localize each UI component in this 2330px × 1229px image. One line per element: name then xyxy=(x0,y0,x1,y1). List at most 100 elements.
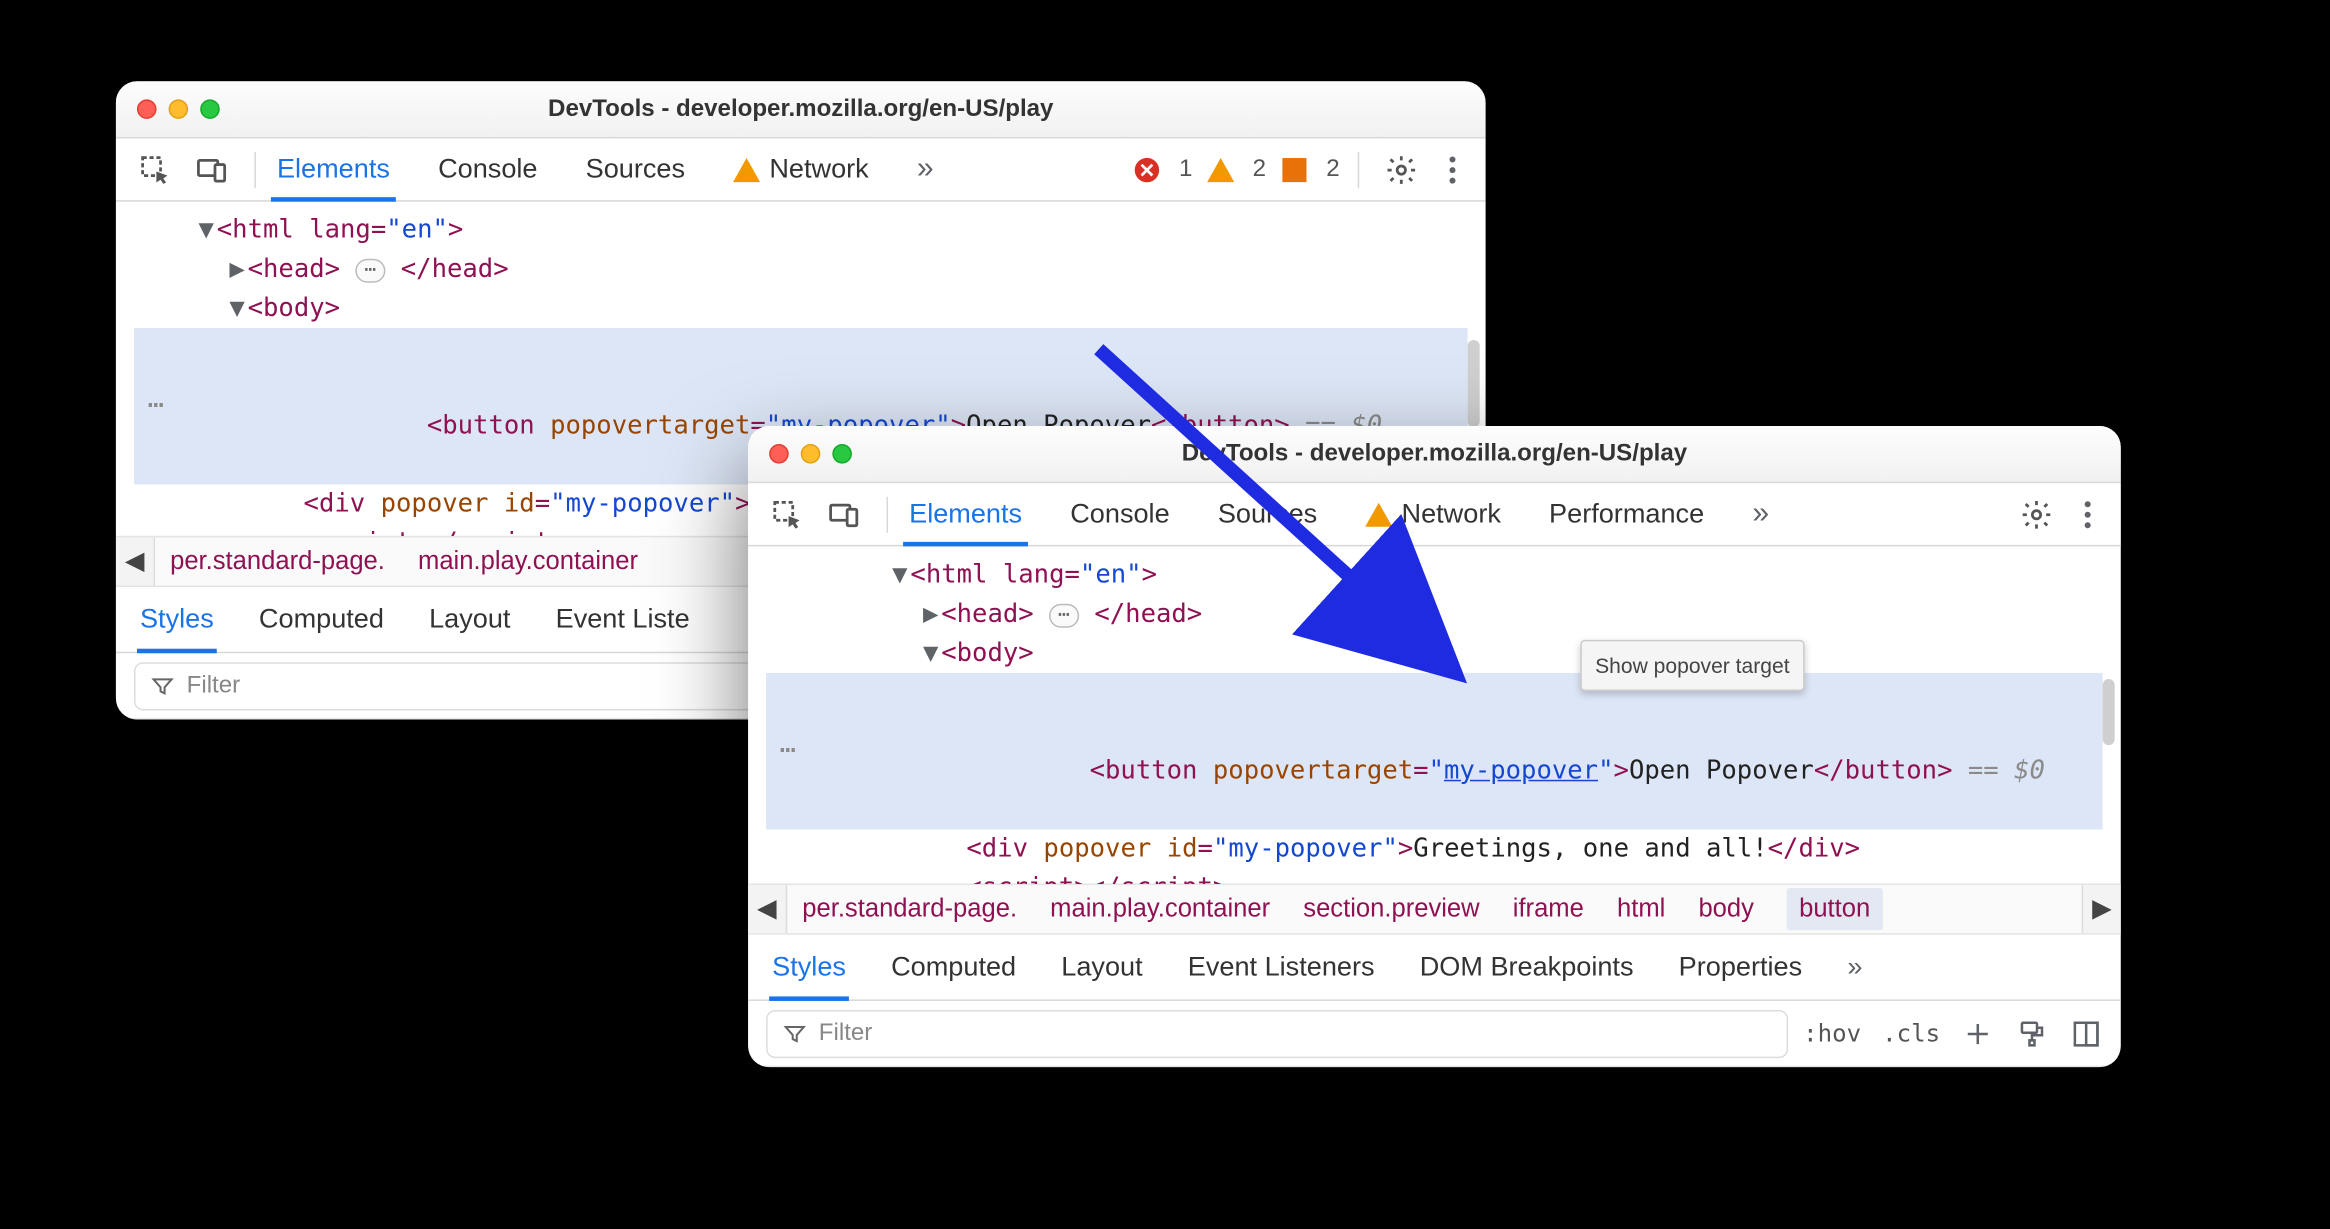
tab-sources[interactable]: Sources xyxy=(583,138,688,200)
add-rule-icon[interactable] xyxy=(1961,1017,1994,1050)
scrollbar[interactable] xyxy=(2103,679,2115,745)
kebab-menu-icon[interactable] xyxy=(2070,500,2106,527)
dom-node-head[interactable]: ▶<head> ⋯ </head> xyxy=(766,595,2103,634)
filter-bar: Filter :hov .cls xyxy=(748,1001,2121,1067)
subtab-properties[interactable]: Properties xyxy=(1679,935,1802,1000)
device-toggle-icon[interactable] xyxy=(188,145,236,193)
close-icon[interactable] xyxy=(137,99,157,119)
inspect-icon[interactable] xyxy=(131,145,179,193)
tabbar: Elements Console Sources Network Perform… xyxy=(748,483,2121,546)
dom-node-body[interactable]: ▼<body> xyxy=(766,634,2103,673)
chevron-right-icon[interactable]: ▶ xyxy=(920,595,941,634)
hov-button[interactable]: :hov xyxy=(1803,1019,1861,1048)
filter-icon xyxy=(151,674,175,698)
crumb[interactable]: per.standard-page. xyxy=(802,894,1017,924)
tooltip: Show popover target xyxy=(1580,640,1805,691)
traffic-lights[interactable] xyxy=(137,99,220,119)
crumb[interactable]: per.standard-page. xyxy=(170,546,385,576)
chevron-down-icon[interactable]: ▼ xyxy=(920,634,941,673)
minimize-icon[interactable] xyxy=(801,444,821,464)
subtabs-overflow[interactable]: » xyxy=(1847,935,1862,1000)
ellipsis-icon[interactable]: ⋯ xyxy=(1049,604,1079,628)
crumb[interactable]: main.play.container xyxy=(1050,894,1270,924)
ellipsis-icon[interactable]: ⋯ xyxy=(148,387,166,426)
dom-node-script[interactable]: <script></script> xyxy=(766,868,2103,883)
gear-icon[interactable] xyxy=(2012,490,2060,538)
subtab-layout[interactable]: Layout xyxy=(429,587,510,652)
subtab-event-listeners[interactable]: Event Listeners xyxy=(1188,935,1375,1000)
chevron-left-icon[interactable]: ◀ xyxy=(116,537,155,585)
dom-node-html[interactable]: ▼<html lang="en"> xyxy=(134,211,1468,250)
scrollbar[interactable] xyxy=(1468,340,1480,427)
inspect-icon[interactable] xyxy=(763,490,811,538)
styles-tabbar: Styles Computed Layout Event Listeners D… xyxy=(748,935,2121,1001)
tab-network[interactable]: Network xyxy=(730,138,872,200)
separator xyxy=(254,151,256,187)
status-badges[interactable]: 1 2 2 xyxy=(1134,156,1340,183)
tab-console[interactable]: Console xyxy=(1067,483,1172,545)
subtab-dom-breakpoints[interactable]: DOM Breakpoints xyxy=(1420,935,1634,1000)
kebab-menu-icon[interactable] xyxy=(1434,156,1470,183)
dom-node-button-selected[interactable]: ⋯ <button popovertarget="my-popover">Ope… xyxy=(766,673,2103,830)
error-badge-icon xyxy=(1134,156,1161,183)
breadcrumb[interactable]: ◀ per.standard-page. main.play.container… xyxy=(748,884,2121,935)
dom-node-head[interactable]: ▶<head> ⋯ </head> xyxy=(134,250,1468,289)
device-toggle-icon[interactable] xyxy=(820,490,868,538)
ellipsis-icon[interactable]: ⋯ xyxy=(355,259,385,283)
tab-network[interactable]: Network xyxy=(1362,483,1504,545)
computed-pane-icon[interactable] xyxy=(2070,1017,2103,1050)
minimize-icon[interactable] xyxy=(169,99,189,119)
subtab-event-listeners[interactable]: Event Liste xyxy=(556,587,690,652)
maximize-icon[interactable] xyxy=(832,444,852,464)
subtab-computed[interactable]: Computed xyxy=(891,935,1016,1000)
dom-tree[interactable]: ▼<html lang="en"> ▶<head> ⋯ </head> ▼<bo… xyxy=(748,546,2121,883)
filter-icon xyxy=(783,1021,807,1045)
popovertarget-link[interactable]: my-popover xyxy=(1444,756,1598,786)
paint-icon[interactable] xyxy=(2015,1017,2048,1050)
subtab-computed[interactable]: Computed xyxy=(259,587,384,652)
chevron-left-icon[interactable]: ◀ xyxy=(748,885,787,933)
separator xyxy=(1358,151,1360,187)
crumb[interactable]: body xyxy=(1698,894,1754,924)
crumb-selected[interactable]: button xyxy=(1787,888,1882,930)
tabs-overflow[interactable]: » xyxy=(914,138,937,200)
tab-performance[interactable]: Performance xyxy=(1546,483,1707,545)
subtab-styles[interactable]: Styles xyxy=(772,935,846,1000)
cls-button[interactable]: .cls xyxy=(1882,1019,1940,1048)
chevron-down-icon[interactable]: ▼ xyxy=(226,289,247,328)
ellipsis-icon[interactable]: ⋯ xyxy=(780,732,798,771)
tab-elements[interactable]: Elements xyxy=(906,483,1025,545)
maximize-icon[interactable] xyxy=(200,99,220,119)
chevron-right-icon[interactable]: ▶ xyxy=(2082,885,2121,933)
chevron-down-icon[interactable]: ▼ xyxy=(889,555,910,594)
tab-console[interactable]: Console xyxy=(435,138,540,200)
titlebar[interactable]: DevTools - developer.mozilla.org/en-US/p… xyxy=(748,426,2121,483)
crumb[interactable]: section.preview xyxy=(1303,894,1479,924)
subtab-layout[interactable]: Layout xyxy=(1061,935,1142,1000)
chevron-right-icon[interactable]: ▶ xyxy=(226,250,247,289)
tab-elements[interactable]: Elements xyxy=(274,138,393,200)
window-title: DevTools - developer.mozilla.org/en-US/p… xyxy=(748,440,2121,467)
dom-node-body[interactable]: ▼<body> xyxy=(134,289,1468,328)
crumb[interactable]: html xyxy=(1617,894,1665,924)
panel-tabs: Elements Console Sources Network » xyxy=(274,138,937,200)
filter-input[interactable]: Filter xyxy=(766,1009,1788,1057)
warning-badge-icon xyxy=(1207,156,1234,183)
tabbar: Elements Console Sources Network » 1 2 2 xyxy=(116,138,1486,201)
panel-tabs: Elements Console Sources Network Perform… xyxy=(906,483,1772,545)
filter-placeholder: Filter xyxy=(187,672,241,699)
traffic-lights[interactable] xyxy=(769,444,852,464)
subtab-styles[interactable]: Styles xyxy=(140,587,214,652)
crumb[interactable]: iframe xyxy=(1513,894,1584,924)
titlebar[interactable]: DevTools - developer.mozilla.org/en-US/p… xyxy=(116,81,1486,138)
crumb[interactable]: main.play.container xyxy=(418,546,638,576)
separator xyxy=(887,496,889,532)
tabs-overflow[interactable]: » xyxy=(1749,483,1772,545)
gear-icon[interactable] xyxy=(1377,145,1425,193)
chevron-down-icon[interactable]: ▼ xyxy=(196,211,217,250)
dom-node-div[interactable]: <div popover id="my-popover">Greetings, … xyxy=(766,829,2103,868)
tab-sources[interactable]: Sources xyxy=(1215,483,1320,545)
close-icon[interactable] xyxy=(769,444,789,464)
dom-node-html[interactable]: ▼<html lang="en"> xyxy=(766,555,2103,594)
devtools-window-b: DevTools - developer.mozilla.org/en-US/p… xyxy=(748,426,2121,1067)
